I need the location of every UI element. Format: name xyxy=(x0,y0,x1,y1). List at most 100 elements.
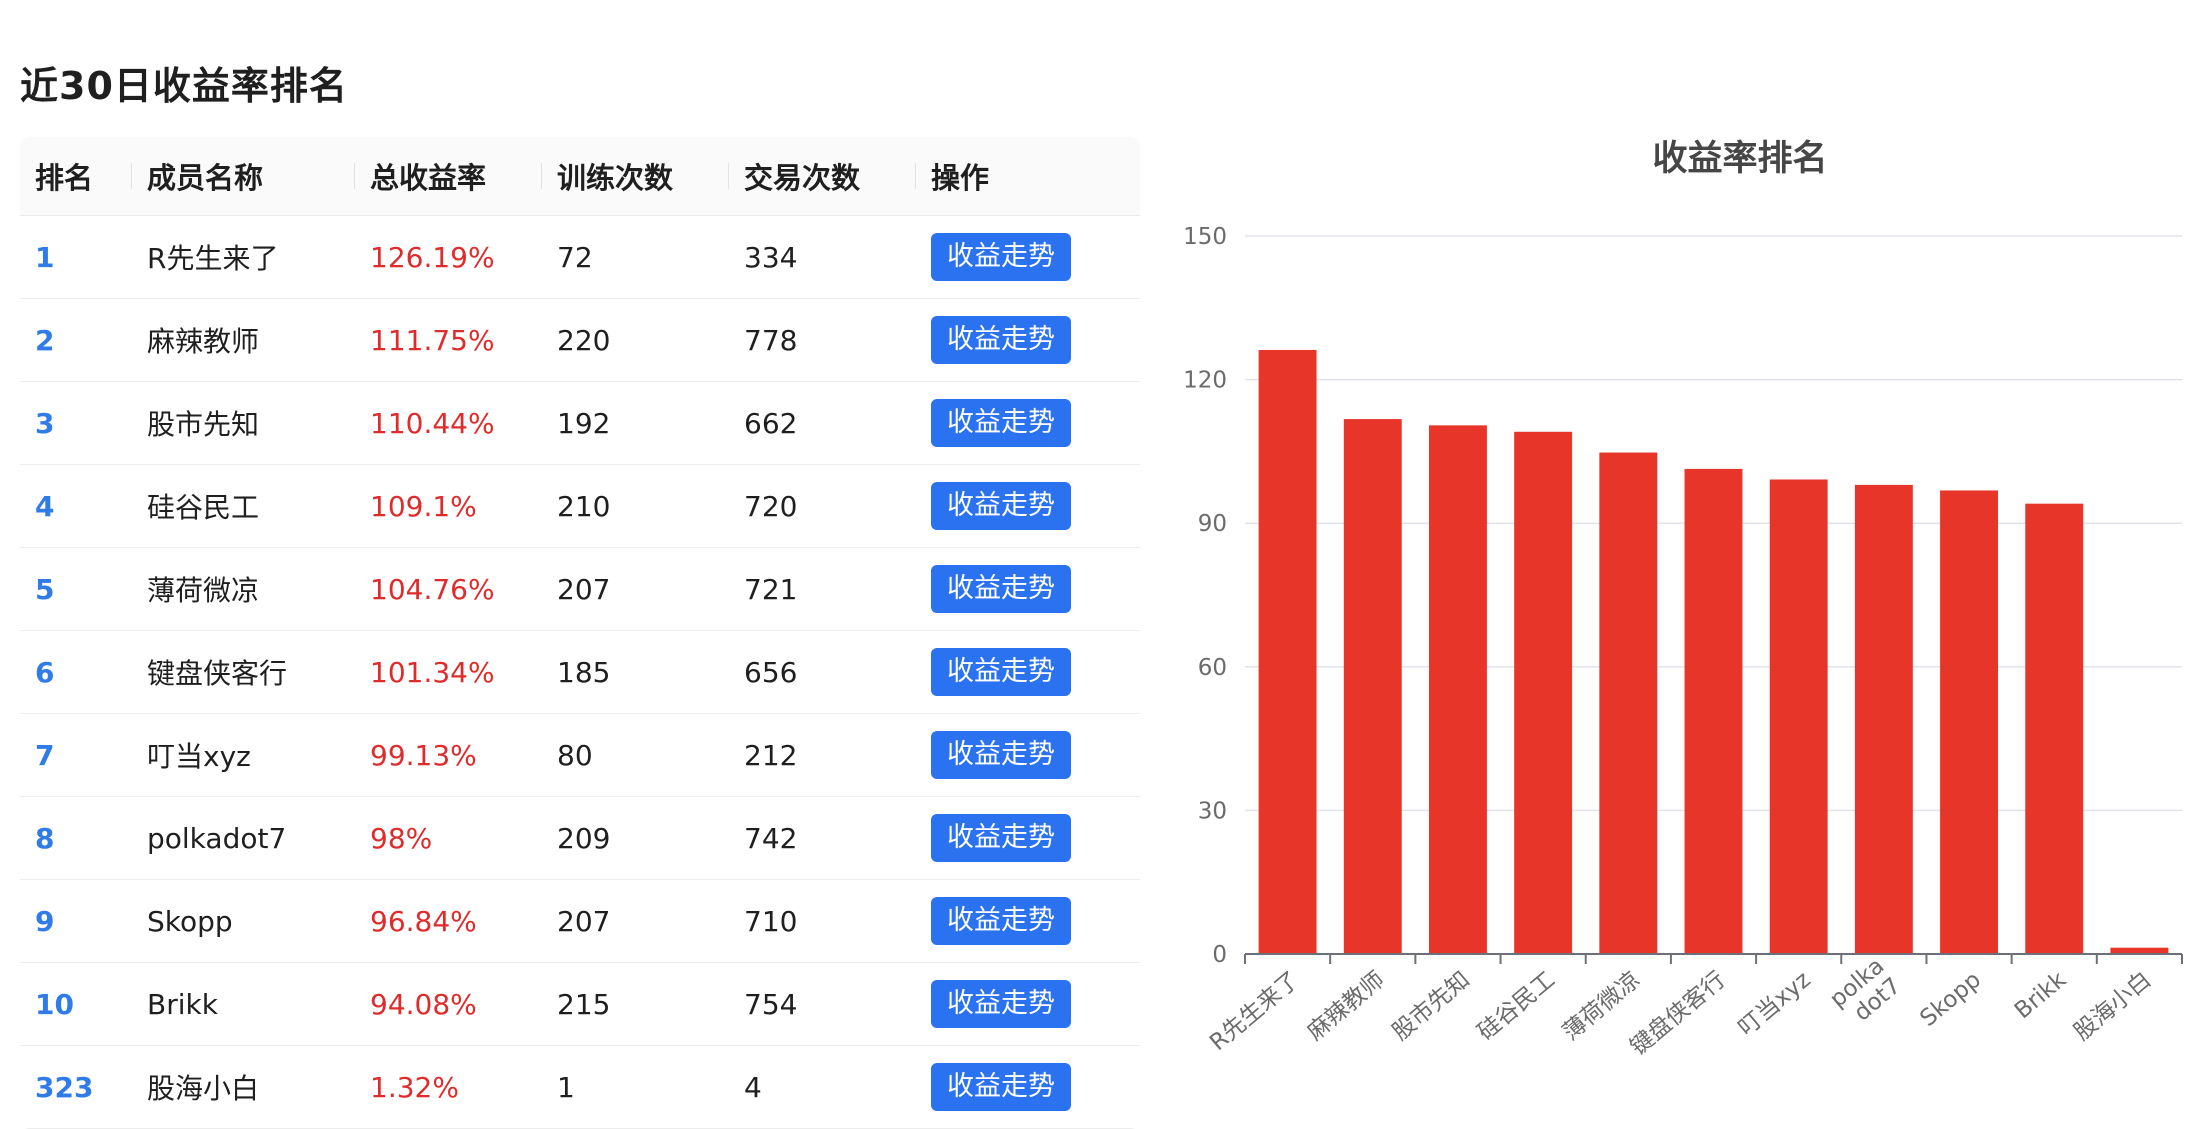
ranking-table: 排名 成员名称 总收益率 训练次数 交易次数 操作 1 R先生来了 126.19% 7… xyxy=(20,137,1140,1129)
training-count-cell: 210 xyxy=(542,464,729,548)
table-header-row: 排名 成员名称 总收益率 训练次数 交易次数 操作 xyxy=(20,137,1140,216)
return-trend-button[interactable]: 收益走势 xyxy=(931,316,1071,364)
member-name-cell: 麻辣教师 xyxy=(132,298,355,382)
return-trend-button[interactable]: 收益走势 xyxy=(931,1063,1071,1111)
total-return-cell: 94.08% xyxy=(355,962,542,1046)
trade-count-cell: 721 xyxy=(729,547,916,631)
table-row: 6 键盘侠客行 101.34% 185 656 收益走势 xyxy=(20,630,1140,714)
table-row: 323 股海小白 1.32% 1 4 收益走势 xyxy=(20,1045,1140,1129)
header-total-return: 总收益率 xyxy=(355,137,542,216)
y-tick-label: 90 xyxy=(1198,511,1227,537)
rank-cell: 5 xyxy=(20,547,132,631)
ranking-table-container: 排名 成员名称 总收益率 训练次数 交易次数 操作 1 R先生来了 126.19% 7… xyxy=(20,137,1140,1129)
trade-count-cell: 334 xyxy=(729,215,916,299)
x-tick-label-line: 硅谷民工 xyxy=(1473,967,1560,1046)
header-member-name: 成员名称 xyxy=(132,137,355,216)
table-row: 7 叮当xyz 99.13% 80 212 收益走势 xyxy=(20,713,1140,797)
table-row: 1 R先生来了 126.19% 72 334 收益走势 xyxy=(20,215,1140,299)
x-tick-label: 键盘侠客行 xyxy=(1626,967,1731,1061)
chart-title: 收益率排名 xyxy=(1652,139,1827,179)
action-cell: 收益走势 xyxy=(916,215,1140,299)
total-return-cell: 1.32% xyxy=(355,1045,542,1129)
action-cell: 收益走势 xyxy=(916,1045,1140,1129)
trade-count-cell: 742 xyxy=(729,796,916,880)
x-tick-label: 股海小白 xyxy=(2069,967,2156,1046)
table-row: 10 Brikk 94.08% 215 754 收益走势 xyxy=(20,962,1140,1046)
training-count-cell: 185 xyxy=(542,630,729,714)
trade-count-cell: 710 xyxy=(729,879,916,963)
return-trend-button[interactable]: 收益走势 xyxy=(931,814,1071,862)
table-row: 9 Skopp 96.84% 207 710 收益走势 xyxy=(20,879,1140,963)
training-count-cell: 209 xyxy=(542,796,729,880)
action-cell: 收益走势 xyxy=(916,962,1140,1046)
training-count-cell: 207 xyxy=(542,879,729,963)
header-rank: 排名 xyxy=(20,137,132,216)
member-name-cell: Skopp xyxy=(132,879,355,963)
page-title: 近30日收益率排名 xyxy=(20,64,348,108)
rank-cell: 9 xyxy=(20,879,132,963)
member-name-cell: 股市先知 xyxy=(132,381,355,465)
trade-count-cell: 720 xyxy=(729,464,916,548)
bar xyxy=(2025,503,2084,954)
return-trend-button[interactable]: 收益走势 xyxy=(931,897,1071,945)
bar xyxy=(1684,468,1743,954)
action-cell: 收益走势 xyxy=(916,464,1140,548)
x-tick-label-line: 键盘侠客行 xyxy=(1626,967,1731,1061)
return-trend-button[interactable]: 收益走势 xyxy=(931,233,1071,281)
bar xyxy=(1514,431,1573,954)
table-row: 8 polkadot7 98% 209 742 收益走势 xyxy=(20,796,1140,880)
return-trend-button[interactable]: 收益走势 xyxy=(931,399,1071,447)
training-count-cell: 207 xyxy=(542,547,729,631)
header-action: 操作 xyxy=(916,137,1140,216)
total-return-cell: 99.13% xyxy=(355,713,542,797)
y-tick-label: 120 xyxy=(1183,368,1227,394)
x-tick-label: Brikk xyxy=(2010,966,2072,1024)
table-row: 2 麻辣教师 111.75% 220 778 收益走势 xyxy=(20,298,1140,382)
rank-cell: 2 xyxy=(20,298,132,382)
member-name-cell: 键盘侠客行 xyxy=(132,630,355,714)
y-tick-label: 60 xyxy=(1198,655,1227,681)
action-cell: 收益走势 xyxy=(916,381,1140,465)
bar xyxy=(1940,490,1999,954)
training-count-cell: 215 xyxy=(542,962,729,1046)
rank-cell: 3 xyxy=(20,381,132,465)
table-row: 5 薄荷微凉 104.76% 207 721 收益走势 xyxy=(20,547,1140,631)
total-return-cell: 126.19% xyxy=(355,215,542,299)
rank-cell: 7 xyxy=(20,713,132,797)
x-tick-label-line: 叮当xyz xyxy=(1734,967,1816,1042)
action-cell: 收益走势 xyxy=(916,879,1140,963)
y-tick-label: 0 xyxy=(1212,942,1227,968)
table-row: 4 硅谷民工 109.1% 210 720 收益走势 xyxy=(20,464,1140,548)
bar xyxy=(1428,425,1487,954)
return-trend-button[interactable]: 收益走势 xyxy=(931,731,1071,779)
x-tick-label: Skopp xyxy=(1915,967,1986,1032)
return-rate-chart: 收益率排名 0 30 60 90 120 150 R先生来了 麻辣教师 股市先知 硅谷民工 薄荷微凉… xyxy=(1170,120,2190,1080)
action-cell: 收益走势 xyxy=(916,547,1140,631)
training-count-cell: 1 xyxy=(542,1045,729,1129)
header-training-count: 训练次数 xyxy=(542,137,729,216)
chart-bars xyxy=(1258,349,2169,955)
training-count-cell: 220 xyxy=(542,298,729,382)
bar xyxy=(1854,484,1913,954)
chart-svg: 收益率排名 0306090120150R先生来了麻辣教师股市先知硅谷民工薄荷微凉… xyxy=(1183,139,2183,1061)
trade-count-cell: 656 xyxy=(729,630,916,714)
total-return-cell: 98% xyxy=(355,796,542,880)
member-name-cell: 薄荷微凉 xyxy=(132,547,355,631)
return-trend-button[interactable]: 收益走势 xyxy=(931,648,1071,696)
trade-count-cell: 212 xyxy=(729,713,916,797)
trade-count-cell: 754 xyxy=(729,962,916,1046)
x-tick-label: 股市先知 xyxy=(1388,967,1475,1046)
total-return-cell: 110.44% xyxy=(355,381,542,465)
training-count-cell: 72 xyxy=(542,215,729,299)
return-trend-button[interactable]: 收益走势 xyxy=(931,980,1071,1028)
member-name-cell: R先生来了 xyxy=(132,215,355,299)
rank-cell: 323 xyxy=(20,1045,132,1129)
rank-cell: 1 xyxy=(20,215,132,299)
action-cell: 收益走势 xyxy=(916,630,1140,714)
return-trend-button[interactable]: 收益走势 xyxy=(931,482,1071,530)
table-body: 1 R先生来了 126.19% 72 334 收益走势 2 麻辣教师 111.75% 220 778… xyxy=(20,215,1140,1129)
bar xyxy=(1769,479,1828,954)
trade-count-cell: 662 xyxy=(729,381,916,465)
action-cell: 收益走势 xyxy=(916,796,1140,880)
return-trend-button[interactable]: 收益走势 xyxy=(931,565,1071,613)
